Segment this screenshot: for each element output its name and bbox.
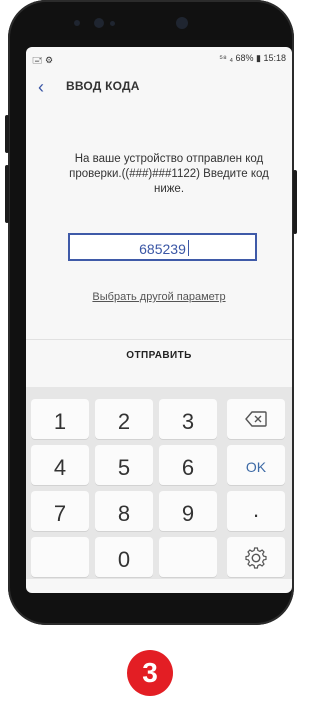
ok-key[interactable]: OK <box>227 445 285 485</box>
phone-frame: 🖃 ⚙ ⁵⁸ ₄ 68% ▮ 15:18 ‹ ВВОД КОДА На ваше… <box>5 0 297 625</box>
choose-other-option-link[interactable]: Выбрать другой параметр <box>26 291 292 303</box>
app-bar: ‹ ВВОД КОДА <box>26 71 292 105</box>
power-button <box>293 170 297 234</box>
key-0[interactable]: 0 <box>95 537 153 577</box>
empty-key <box>159 537 217 577</box>
key-8[interactable]: 8 <box>95 491 153 531</box>
gear-icon <box>245 547 267 569</box>
front-sensors <box>68 14 238 32</box>
status-icons-right: ⁵⁸ ₄ 68% ▮ 15:18 <box>219 53 286 63</box>
key-4[interactable]: 4 <box>31 445 89 485</box>
code-value: 685239 <box>139 241 186 257</box>
key-1[interactable]: 1 <box>31 399 89 439</box>
instruction-text: На ваше устройство отправлен код проверк… <box>69 153 269 195</box>
backspace-key[interactable] <box>227 399 285 439</box>
step-badge: 3 <box>127 650 173 696</box>
volume-button <box>5 115 9 153</box>
key-6[interactable]: 6 <box>159 445 217 485</box>
status-bar: 🖃 ⚙ ⁵⁸ ₄ 68% ▮ 15:18 <box>26 47 292 71</box>
key-7[interactable]: 7 <box>31 491 89 531</box>
key-2[interactable]: 2 <box>95 399 153 439</box>
numeric-keyboard: 1 2 3 4 5 6 OK 7 8 9 . 0 <box>26 387 292 579</box>
dot-key[interactable]: . <box>227 491 285 531</box>
send-button[interactable]: ОТПРАВИТЬ <box>26 350 292 361</box>
status-icons-left: 🖃 ⚙ <box>32 55 54 65</box>
divider <box>26 339 292 340</box>
step-number: 3 <box>142 657 158 688</box>
empty-key <box>31 537 89 577</box>
backspace-icon <box>245 411 267 427</box>
screen: 🖃 ⚙ ⁵⁸ ₄ 68% ▮ 15:18 ‹ ВВОД КОДА На ваше… <box>26 47 292 593</box>
page-title: ВВОД КОДА <box>66 79 140 93</box>
code-input[interactable]: 685239 <box>68 233 257 261</box>
back-icon[interactable]: ‹ <box>38 77 44 98</box>
key-9[interactable]: 9 <box>159 491 217 531</box>
bixby-button <box>5 165 9 223</box>
text-caret <box>188 240 189 256</box>
key-5[interactable]: 5 <box>95 445 153 485</box>
settings-key[interactable] <box>227 537 285 577</box>
key-3[interactable]: 3 <box>159 399 217 439</box>
